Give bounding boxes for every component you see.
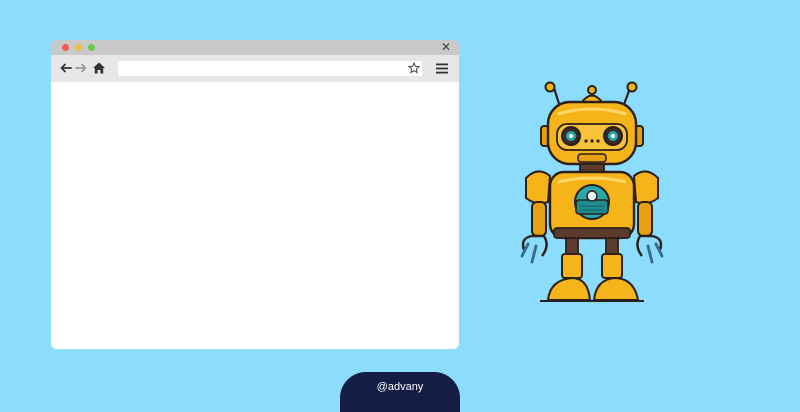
close-tab-icon[interactable]: ✕ — [441, 41, 451, 54]
home-icon[interactable] — [92, 61, 106, 75]
arrow-left-icon[interactable] — [59, 61, 73, 75]
minimize-window-button[interactable] — [75, 44, 82, 51]
browser-titlebar: ✕ — [51, 40, 459, 55]
browser-window: ✕ — [51, 40, 459, 349]
arrow-right-icon[interactable] — [74, 61, 88, 75]
maximize-window-button[interactable] — [88, 44, 95, 51]
handle-tab: @advany — [340, 372, 460, 412]
hamburger-menu-icon[interactable] — [435, 62, 449, 75]
close-window-button[interactable] — [62, 44, 69, 51]
star-icon[interactable] — [408, 62, 420, 74]
robot-illustration — [520, 81, 664, 302]
address-bar[interactable] — [118, 61, 422, 76]
browser-viewport — [51, 82, 459, 349]
handle-label: @advany — [376, 381, 424, 393]
browser-toolbar — [51, 55, 459, 82]
